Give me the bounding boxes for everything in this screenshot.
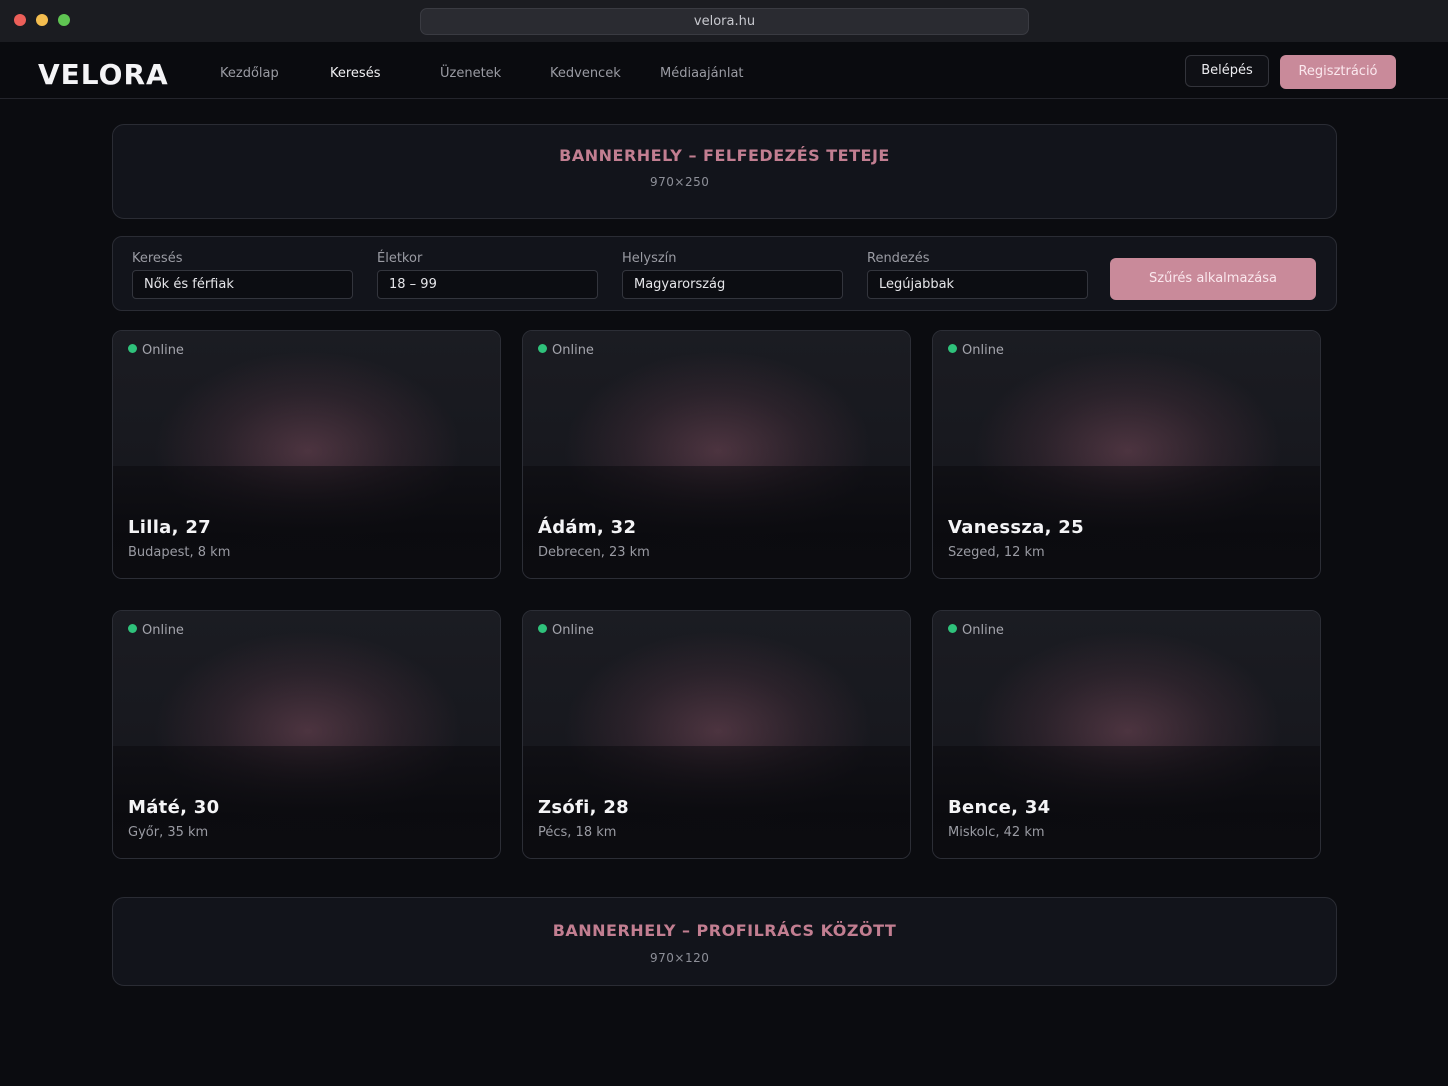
nav-link-home[interactable]: Kezdőlap — [220, 66, 279, 82]
profile-card[interactable]: Online Zsófi, 28 Pécs, 18 km — [522, 610, 911, 859]
online-dot-icon — [128, 344, 137, 353]
profile-location: Szeged, 12 km — [948, 545, 1045, 560]
nav-link-favorites[interactable]: Kedvencek — [550, 66, 621, 82]
profile-card[interactable]: Online Vanessza, 25 Szeged, 12 km — [932, 330, 1321, 579]
sort-filter-select[interactable]: Legújabbak — [867, 270, 1088, 299]
minimize-window-button[interactable] — [36, 14, 48, 26]
profile-name: Ádám, 32 — [538, 517, 637, 538]
close-window-button[interactable] — [14, 14, 26, 26]
online-status: Online — [948, 343, 1004, 359]
profile-name: Vanessza, 25 — [948, 517, 1084, 538]
online-status: Online — [128, 623, 184, 639]
maximize-window-button[interactable] — [58, 14, 70, 26]
online-dot-icon — [128, 624, 137, 633]
online-status: Online — [128, 343, 184, 359]
online-status-label: Online — [142, 343, 184, 358]
online-status: Online — [948, 623, 1004, 639]
online-status-label: Online — [142, 623, 184, 638]
banner-slot-mid[interactable]: BANNERHELY – PROFILRÁCS KÖZÖTT 970×120 — [112, 897, 1337, 986]
banner-size: 970×250 — [650, 175, 710, 189]
sort-filter-label: Rendezés — [867, 251, 930, 266]
online-status: Online — [538, 343, 594, 359]
online-status-label: Online — [552, 343, 594, 358]
profile-name: Máté, 30 — [128, 797, 220, 818]
banner-size: 970×120 — [650, 951, 710, 965]
search-filter-label: Keresés — [132, 251, 183, 266]
location-filter-label: Helyszín — [622, 251, 677, 266]
profile-location: Miskolc, 42 km — [948, 825, 1045, 840]
banner-slot-top[interactable]: BANNERHELY – FELFEDEZÉS TETEJE 970×250 — [112, 124, 1337, 219]
online-dot-icon — [538, 624, 547, 633]
profile-name: Zsófi, 28 — [538, 797, 629, 818]
banner-title: BANNERHELY – FELFEDEZÉS TETEJE — [559, 146, 890, 165]
profile-card[interactable]: Online Ádám, 32 Debrecen, 23 km — [522, 330, 911, 579]
browser-titlebar: velora.hu — [0, 0, 1448, 42]
register-button[interactable]: Regisztráció — [1280, 55, 1396, 89]
apply-filters-button[interactable]: Szűrés alkalmazása — [1110, 258, 1316, 300]
nav-link-media-offer[interactable]: Médiaajánlat — [660, 66, 744, 82]
online-status-label: Online — [552, 623, 594, 638]
profile-location: Pécs, 18 km — [538, 825, 617, 840]
online-status-label: Online — [962, 623, 1004, 638]
site-navbar: VELORA Kezdőlap Keresés Üzenetek Kedvenc… — [0, 42, 1448, 99]
profile-card[interactable]: Online Lilla, 27 Budapest, 8 km — [112, 330, 501, 579]
nav-link-search[interactable]: Keresés — [330, 66, 380, 82]
profile-name: Lilla, 27 — [128, 517, 211, 538]
banner-title: BANNERHELY – PROFILRÁCS KÖZÖTT — [552, 921, 897, 940]
brand-logo[interactable]: VELORA — [38, 58, 169, 92]
profile-card[interactable]: Online Bence, 34 Miskolc, 42 km — [932, 610, 1321, 859]
profile-location: Budapest, 8 km — [128, 545, 231, 560]
online-status-label: Online — [962, 343, 1004, 358]
profile-location: Debrecen, 23 km — [538, 545, 650, 560]
online-status: Online — [538, 623, 594, 639]
nav-link-messages[interactable]: Üzenetek — [440, 66, 501, 82]
profile-name: Bence, 34 — [948, 797, 1051, 818]
address-bar[interactable]: velora.hu — [420, 8, 1029, 35]
age-filter-select[interactable]: 18 – 99 — [377, 270, 598, 299]
login-button[interactable]: Belépés — [1185, 55, 1269, 87]
filter-bar: Keresés Nők és férfiak Életkor 18 – 99 H… — [112, 236, 1337, 311]
search-filter-select[interactable]: Nők és férfiak — [132, 270, 353, 299]
profile-location: Győr, 35 km — [128, 825, 209, 840]
age-filter-label: Életkor — [377, 251, 423, 266]
online-dot-icon — [948, 344, 957, 353]
online-dot-icon — [538, 344, 547, 353]
profile-card[interactable]: Online Máté, 30 Győr, 35 km — [112, 610, 501, 859]
location-filter-select[interactable]: Magyarország — [622, 270, 843, 299]
online-dot-icon — [948, 624, 957, 633]
